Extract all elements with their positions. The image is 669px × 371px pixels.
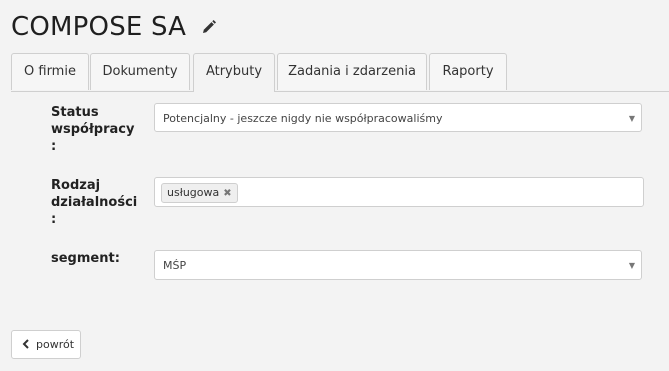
page-title: COMPOSE SA (11, 12, 187, 42)
label-line: współpracy (51, 122, 135, 137)
tab-label: Zadania i zdarzenia (288, 64, 416, 79)
page-header: COMPOSE SA (11, 11, 218, 43)
status-select[interactable]: Potencjalny - jeszcze nigdy nie współpra… (154, 103, 642, 132)
label-line: : (51, 212, 57, 227)
tab-zadania-i-zdarzenia[interactable]: Zadania i zdarzenia (277, 53, 427, 90)
remove-tag-icon[interactable]: ✖ (223, 188, 231, 199)
activity-label: Rodzaj działalności : (51, 177, 141, 228)
caret-down-icon: ▼ (628, 114, 635, 123)
tab-label: O firmie (24, 64, 76, 79)
back-label: powrót (36, 338, 75, 351)
label-line: Status (51, 105, 99, 120)
activity-tag-input[interactable]: usługowa ✖ (154, 177, 644, 207)
caret-down-icon: ▼ (628, 261, 635, 270)
status-label: Status współpracy : (51, 104, 141, 155)
tab-label: Dokumenty (102, 64, 178, 79)
pencil-icon[interactable] (200, 18, 218, 36)
tag-label: usługowa (167, 186, 220, 199)
tab-label: Atrybuty (205, 64, 263, 79)
tab-atrybuty[interactable]: Atrybuty (193, 53, 275, 92)
back-button[interactable]: powrót (11, 330, 81, 359)
select-value: Potencjalny - jeszcze nigdy nie współpra… (163, 112, 443, 125)
label-line: działalności (51, 195, 138, 210)
label-line: Rodzaj (51, 178, 101, 193)
tab-dokumenty[interactable]: Dokumenty (90, 53, 190, 90)
tab-bar: O firmie Dokumenty Atrybuty Zadania i zd… (11, 53, 669, 92)
chevron-left-icon (22, 339, 29, 349)
tab-raporty[interactable]: Raporty (429, 53, 507, 90)
segment-label: segment: (51, 251, 120, 266)
tab-label: Raporty (442, 64, 494, 79)
select-value: MŚP (163, 259, 187, 272)
tag-uslugowa: usługowa ✖ (161, 183, 238, 203)
segment-select[interactable]: MŚP ▼ (154, 250, 642, 280)
tab-o-firmie[interactable]: O firmie (11, 53, 89, 90)
label-line: : (51, 139, 57, 154)
